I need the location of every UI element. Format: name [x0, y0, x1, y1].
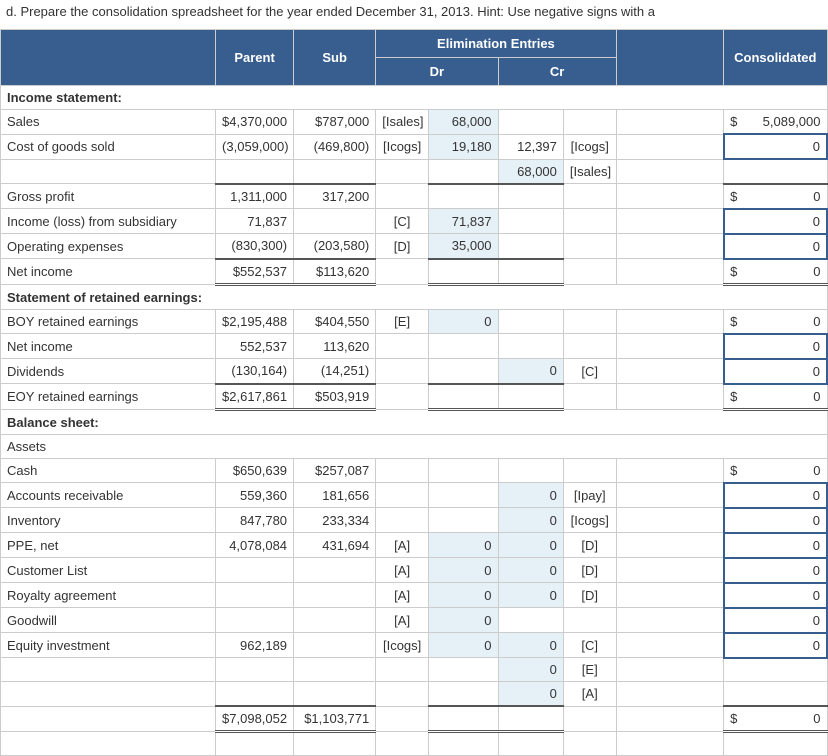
row-div: Dividends (130,164) (14,251) 0 [C] 0 — [1, 359, 828, 384]
row-ni2: Net income 552,537 113,620 0 — [1, 334, 828, 359]
cons-input[interactable] — [724, 334, 749, 359]
cons-input[interactable]: 0 — [749, 209, 827, 234]
col-cr: Cr — [498, 58, 616, 86]
row-roy: Royalty agreement [A] 0 0 [D] 0 — [1, 583, 828, 608]
cons-input[interactable]: 0 — [749, 633, 827, 658]
cr-input[interactable]: 0 — [498, 658, 563, 682]
cons-input[interactable] — [724, 633, 749, 658]
cr-input[interactable]: 0 — [498, 483, 563, 508]
cons-input[interactable]: 0 — [749, 234, 827, 259]
row-opex: Operating expenses (830,300) (203,580) [… — [1, 234, 828, 259]
section-income: Income statement: — [1, 86, 828, 110]
cons-input[interactable] — [724, 234, 749, 259]
cr-input[interactable]: 0 — [498, 583, 563, 608]
row-ei3: 0 [A] — [1, 682, 828, 707]
question-prompt: d. Prepare the consolidation spreadsheet… — [0, 4, 828, 29]
section-retained: Statement of retained earnings: — [1, 284, 828, 309]
cons-input[interactable] — [724, 359, 749, 384]
row-netincome: Net income $552,537 $113,620 $ 0 — [1, 259, 828, 285]
row-totassets: $7,098,052 $1,103,771 $ 0 — [1, 706, 828, 732]
cons-input[interactable] — [724, 608, 749, 633]
col-spacer — [616, 30, 724, 86]
cr-input[interactable]: 0 — [498, 508, 563, 533]
row-boyre: BOY retained earnings $2,195,488 $404,55… — [1, 309, 828, 334]
dr-input[interactable]: 0 — [428, 558, 498, 583]
dr-input[interactable]: 19,180 — [428, 134, 498, 159]
cons-input[interactable] — [724, 583, 749, 608]
dr-input[interactable]: 0 — [428, 633, 498, 658]
cons-input[interactable]: 0 — [749, 134, 827, 159]
cr-input[interactable]: 0 — [498, 633, 563, 658]
consolidation-table: Parent Sub Elimination Entries Consolida… — [0, 29, 828, 756]
cons-input[interactable]: 0 — [749, 483, 827, 508]
row-eoyre: EOY retained earnings $2,617,861 $503,91… — [1, 384, 828, 410]
col-elim: Elimination Entries — [376, 30, 616, 58]
row-assets: Assets — [1, 434, 828, 458]
cons-input[interactable]: 0 — [749, 583, 827, 608]
cons-input[interactable] — [724, 533, 749, 558]
cons-input[interactable]: 0 — [749, 508, 827, 533]
cons-input[interactable]: 0 — [749, 334, 827, 359]
row-inv: Inventory 847,780 233,334 0 [Icogs] 0 — [1, 508, 828, 533]
cons-input[interactable] — [724, 134, 749, 159]
cons-input[interactable]: 0 — [749, 558, 827, 583]
cons-input[interactable] — [724, 508, 749, 533]
dr-input[interactable]: 0 — [428, 309, 498, 334]
col-parent: Parent — [216, 30, 294, 86]
row-cust: Customer List [A] 0 0 [D] 0 — [1, 558, 828, 583]
row-gw: Goodwill [A] 0 0 — [1, 608, 828, 633]
dr-input[interactable]: 0 — [428, 608, 498, 633]
row-gross: Gross profit 1,311,000 317,200 $ 0 — [1, 184, 828, 209]
dr-input[interactable]: 0 — [428, 533, 498, 558]
col-dr: Dr — [376, 58, 498, 86]
cons-input[interactable]: 0 — [749, 359, 827, 384]
cr-input[interactable]: 0 — [498, 682, 563, 707]
col-consolidated: Consolidated — [724, 30, 827, 86]
row-incsub: Income (loss) from subsidiary 71,837 [C]… — [1, 209, 828, 234]
section-balance: Balance sheet: — [1, 409, 828, 434]
cr-input[interactable]: 0 — [498, 533, 563, 558]
label: Sales — [1, 110, 216, 135]
cons-input[interactable] — [724, 483, 749, 508]
cr-input[interactable]: 0 — [498, 558, 563, 583]
row-trailing — [1, 732, 828, 756]
row-cash: Cash $650,639 $257,087 $ 0 — [1, 458, 828, 483]
dr-input[interactable]: 68,000 — [428, 110, 498, 135]
cons-input[interactable]: 0 — [749, 533, 827, 558]
cons-input[interactable] — [724, 558, 749, 583]
row-cogs: Cost of goods sold (3,059,000) (469,800)… — [1, 134, 828, 159]
cr-input[interactable]: 0 — [498, 359, 563, 384]
row-ei2: 0 [E] — [1, 658, 828, 682]
row-sales: Sales $4,370,000 $787,000 [Isales] 68,00… — [1, 110, 828, 135]
cr-input[interactable]: 68,000 — [498, 159, 563, 184]
row-ppe: PPE, net 4,078,084 431,694 [A] 0 0 [D] 0 — [1, 533, 828, 558]
col-blank — [1, 30, 216, 86]
row-ar: Accounts receivable 559,360 181,656 0 [I… — [1, 483, 828, 508]
dr-input[interactable]: 71,837 — [428, 209, 498, 234]
dr-input[interactable]: 0 — [428, 583, 498, 608]
cons-input[interactable]: 0 — [749, 608, 827, 633]
row-cogs-extra: 68,000 [Isales] — [1, 159, 828, 184]
row-ei: Equity investment 962,189 [Icogs] 0 0 [C… — [1, 633, 828, 658]
dr-input[interactable]: 35,000 — [428, 234, 498, 259]
col-sub: Sub — [294, 30, 376, 86]
cons-input[interactable] — [724, 209, 749, 234]
